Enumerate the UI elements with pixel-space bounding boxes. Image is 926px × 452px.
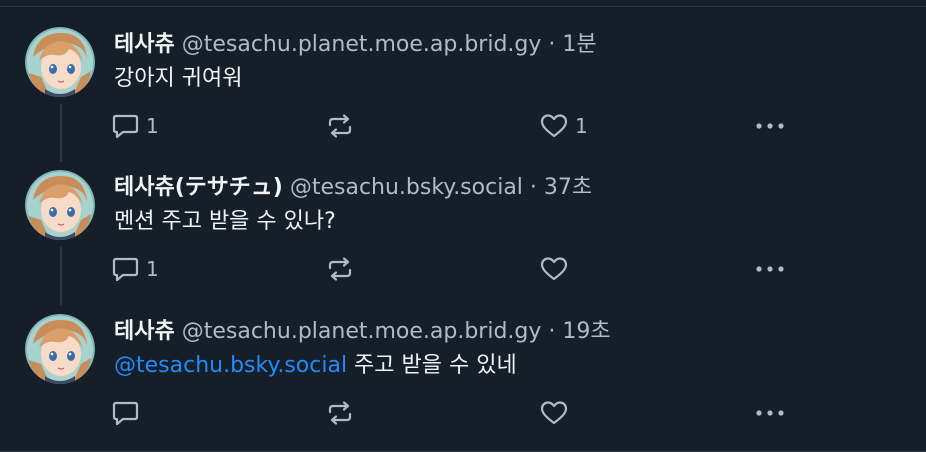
repost-button[interactable]: [326, 254, 361, 284]
comment-bubble-icon: [112, 257, 139, 282]
post-text-body: 주고 받을 수 있네: [347, 353, 517, 378]
separator-dot: ·: [548, 32, 556, 57]
heart-icon: [540, 257, 568, 281]
avatar-image: [25, 170, 95, 240]
post-actions: 1: [0, 254, 926, 284]
post-2[interactable]: 테사츄(テサチュ) @tesachu.bsky.social · 37초 멘션 …: [0, 143, 926, 305]
mention-link[interactable]: @tesachu.bsky.social: [114, 353, 347, 378]
post-text: 강아지 귀여워: [114, 64, 242, 94]
reply-button[interactable]: 1: [112, 254, 159, 284]
author-handle[interactable]: @tesachu.planet.moe.ap.brid.gy: [182, 319, 542, 344]
heart-icon: [540, 401, 568, 425]
post-time[interactable]: 37초: [544, 175, 592, 200]
reply-button[interactable]: [112, 398, 146, 428]
post-header: 테사츄(テサチュ) @tesachu.bsky.social · 37초: [114, 173, 592, 203]
author-name[interactable]: 테사츄(テサチュ): [114, 175, 283, 200]
more-options-button[interactable]: [754, 254, 786, 284]
author-name[interactable]: 테사츄: [114, 319, 175, 344]
like-button[interactable]: [540, 398, 575, 428]
post-1[interactable]: 테사츄 @tesachu.planet.moe.ap.brid.gy · 1분 …: [0, 0, 926, 162]
avatar[interactable]: [25, 170, 95, 240]
avatar[interactable]: [25, 314, 95, 384]
thread-view: 테사츄 @tesachu.planet.moe.ap.brid.gy · 1분 …: [0, 0, 926, 452]
post-time[interactable]: 1분: [562, 32, 596, 57]
author-name[interactable]: 테사츄: [114, 32, 175, 57]
author-handle[interactable]: @tesachu.planet.moe.ap.brid.gy: [182, 32, 542, 57]
post-3[interactable]: 테사츄 @tesachu.planet.moe.ap.brid.gy · 19초…: [0, 287, 926, 430]
repost-arrows-icon: [328, 401, 352, 425]
reply-count: 1: [146, 114, 159, 138]
like-count: 1: [575, 114, 588, 138]
post-text-body: 멘션 주고 받을 수 있나?: [114, 209, 336, 234]
heart-icon: [540, 114, 568, 138]
repost-arrows-icon: [328, 114, 352, 138]
post-time[interactable]: 19초: [562, 319, 610, 344]
comment-bubble-icon: [112, 114, 139, 139]
post-actions: [0, 398, 926, 428]
post-header: 테사츄 @tesachu.planet.moe.ap.brid.gy · 19초: [114, 317, 611, 347]
comment-bubble-icon: [112, 401, 139, 426]
separator-dot: ·: [548, 319, 556, 344]
post-header: 테사츄 @tesachu.planet.moe.ap.brid.gy · 1분: [114, 30, 597, 60]
separator-dot: ·: [529, 175, 537, 200]
author-handle[interactable]: @tesachu.bsky.social: [290, 175, 523, 200]
post-text-body: 강아지 귀여워: [114, 66, 243, 91]
repost-arrows-icon: [328, 257, 352, 281]
ellipsis-icon: [756, 410, 784, 416]
more-options-button[interactable]: [754, 398, 786, 428]
reply-count: 1: [146, 257, 159, 281]
ellipsis-icon: [756, 123, 784, 129]
avatar-image: [25, 27, 95, 97]
avatar[interactable]: [25, 27, 95, 97]
post-text: 멘션 주고 받을 수 있나?: [114, 207, 336, 237]
like-button[interactable]: 1: [540, 111, 588, 141]
post-text: @tesachu.bsky.social 주고 받을 수 있네: [114, 351, 517, 381]
like-button[interactable]: [540, 254, 575, 284]
avatar-image: [25, 314, 95, 384]
reply-button[interactable]: 1: [112, 111, 159, 141]
repost-button[interactable]: [326, 398, 361, 428]
repost-button[interactable]: [326, 111, 361, 141]
post-actions: 1 1: [0, 111, 926, 141]
ellipsis-icon: [756, 266, 784, 272]
more-options-button[interactable]: [754, 111, 786, 141]
